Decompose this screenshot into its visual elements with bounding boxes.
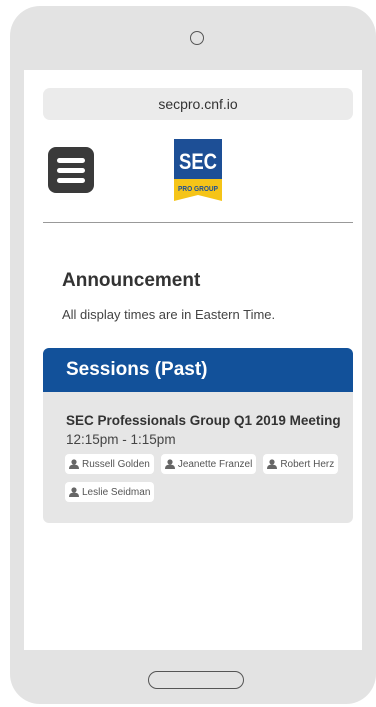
speaker-name: Robert Herz	[280, 458, 335, 470]
speaker-chip[interactable]: Robert Herz	[263, 454, 339, 474]
sessions-header: Sessions (Past)	[43, 348, 353, 392]
session-time: 12:15pm - 1:15pm	[66, 432, 176, 447]
person-icon	[69, 487, 79, 497]
speaker-name: Leslie Seidman	[82, 486, 151, 498]
person-icon	[164, 459, 175, 469]
speaker-name: Jeanette Franzel	[177, 458, 253, 470]
url-text: secpro.cnf.io	[158, 96, 238, 112]
sessions-card: Sessions (Past) SEC Professionals Group …	[43, 348, 353, 523]
home-button[interactable]	[148, 671, 244, 689]
address-bar[interactable]: secpro.cnf.io	[43, 88, 353, 120]
speaker-name: Russell Golden	[82, 458, 150, 470]
hamburger-menu-icon[interactable]	[48, 147, 94, 193]
person-icon	[267, 459, 278, 469]
announcement-title: Announcement	[62, 270, 201, 291]
logo-text-sec: SEC	[179, 149, 217, 174]
speaker-chip[interactable]: Leslie Seidman	[65, 482, 155, 502]
camera-icon	[190, 31, 204, 45]
speaker-list: Russell Golden Jeanette Franzel Robert H…	[65, 454, 345, 502]
speaker-chip[interactable]: Russell Golden	[65, 454, 154, 474]
phone-frame: secpro.cnf.io SEC PRO GROUP Announcement…	[10, 6, 376, 704]
session-title[interactable]: SEC Professionals Group Q1 2019 Meeting	[66, 413, 341, 428]
divider	[43, 222, 353, 223]
app-screen: secpro.cnf.io SEC PRO GROUP Announcement…	[24, 70, 362, 650]
announcement-text: All display times are in Eastern Time.	[62, 307, 276, 322]
logo-text-pro-group: PRO GROUP	[178, 184, 218, 193]
sec-pro-group-logo[interactable]: SEC PRO GROUP	[174, 139, 222, 201]
speaker-chip[interactable]: Jeanette Franzel	[160, 454, 257, 474]
person-icon	[69, 459, 79, 469]
